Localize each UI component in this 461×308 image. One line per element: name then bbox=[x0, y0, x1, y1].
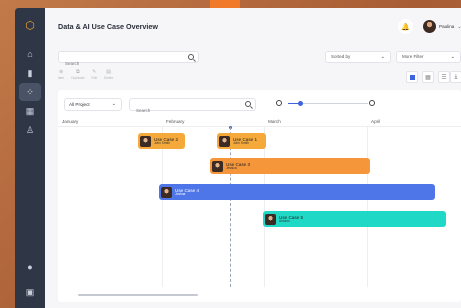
gantt-bar-use-case-2[interactable]: Use Case 2 John Smith bbox=[138, 133, 185, 149]
zoom-out-icon[interactable] bbox=[276, 100, 282, 106]
chevron-down-icon: ⌄ bbox=[380, 54, 385, 60]
delete-icon: ▤ bbox=[106, 69, 111, 75]
today-line bbox=[230, 127, 231, 287]
sort-select[interactable]: Sorted by ⌄ bbox=[325, 51, 391, 63]
month-label: March bbox=[268, 119, 281, 124]
edit-icon: ✎ bbox=[92, 69, 97, 75]
avatar bbox=[265, 213, 276, 225]
notification-button[interactable]: 🔔 bbox=[398, 19, 413, 34]
home-icon[interactable]: ⌂ bbox=[23, 47, 37, 61]
avatar bbox=[140, 135, 151, 147]
tool-duplicate-button[interactable]: ⧉ Duplicate bbox=[71, 69, 84, 80]
search-icon bbox=[188, 54, 194, 60]
gantt-bar-use-case-3[interactable]: Use Case 3 Jessica bbox=[210, 158, 370, 174]
download-button[interactable]: ⤓ bbox=[450, 71, 461, 83]
month-gridline bbox=[162, 127, 163, 287]
graph-icon[interactable]: ⁘ bbox=[19, 83, 41, 101]
tool-label: Item bbox=[58, 76, 65, 80]
horizontal-scrollbar[interactable] bbox=[78, 294, 198, 296]
grid-view-icon: ▦ bbox=[425, 74, 431, 81]
more-filter-label: More Filter bbox=[402, 54, 424, 59]
tool-label: Duplicate bbox=[71, 76, 85, 80]
zoom-slider-handle[interactable] bbox=[297, 101, 303, 106]
download-icon: ⤓ bbox=[454, 73, 458, 80]
project-select[interactable]: All Project ⌄ bbox=[64, 98, 122, 111]
search-icon bbox=[245, 101, 251, 107]
user-menu[interactable]: Paulina ⌄ bbox=[423, 19, 461, 34]
bar-owner: John Smith bbox=[233, 140, 249, 145]
gantt-bar-use-case-4[interactable]: Use Case 4 Joshua bbox=[159, 184, 435, 200]
duplicate-icon: ⧉ bbox=[76, 69, 80, 75]
avatar bbox=[423, 20, 436, 33]
help-icon[interactable]: ● bbox=[23, 260, 37, 274]
month-label: January bbox=[62, 119, 79, 124]
gantt-bar-use-case-1[interactable]: Use Case 1 John Smith bbox=[217, 133, 266, 149]
user-icon[interactable]: ♙ bbox=[23, 123, 37, 137]
search-field[interactable] bbox=[58, 51, 199, 69]
more-filter-select[interactable]: More Filter ⌄ bbox=[396, 51, 461, 63]
chevron-down-icon: ⌄ bbox=[457, 23, 461, 30]
list-view-icon: ☰ bbox=[441, 74, 447, 81]
month-gridline bbox=[264, 127, 265, 287]
logo-icon[interactable]: ⬡ bbox=[23, 18, 37, 32]
avatar bbox=[161, 186, 172, 198]
tool-label: Edit bbox=[91, 76, 98, 80]
bell-icon: 🔔 bbox=[401, 23, 410, 31]
sidebar: ⬡ ⌂ ▮ ⁘ ▦ ♙ ● ▣ bbox=[15, 8, 45, 308]
gantt-search-input[interactable] bbox=[130, 105, 255, 116]
bar-owner: Antonio bbox=[279, 218, 290, 223]
tool-item-button[interactable]: ⊕ Item bbox=[58, 69, 64, 80]
layers-icon[interactable]: ▮ bbox=[23, 66, 37, 80]
gantt-search-field[interactable] bbox=[129, 98, 256, 116]
view-switcher: ▦ ☰ bbox=[406, 71, 450, 83]
gantt-bar-use-case-5[interactable]: Use Case 5 Antonio bbox=[263, 211, 446, 227]
grid-icon[interactable]: ▦ bbox=[23, 104, 37, 118]
page-title: Data & AI Use Case Overview bbox=[58, 22, 159, 31]
tool-delete-button[interactable]: ▤ Delete bbox=[104, 69, 113, 80]
bar-owner: Jessica bbox=[226, 165, 237, 170]
project-select-label: All Project bbox=[69, 102, 90, 107]
app-window: ⬡ ⌂ ▮ ⁘ ▦ ♙ ● ▣ Data & AI Use Case Overv… bbox=[15, 8, 461, 308]
tool-label: Delete bbox=[104, 76, 114, 80]
user-name: Paulina bbox=[439, 24, 455, 29]
timeline-header: January February March April bbox=[58, 117, 461, 127]
bar-owner: Joshua bbox=[175, 191, 186, 196]
chevron-down-icon: ⌄ bbox=[111, 101, 116, 107]
bar-owner: John Smith bbox=[154, 140, 170, 145]
avatar bbox=[212, 160, 223, 172]
gantt-panel: All Project ⌄ January February March Apr… bbox=[58, 90, 461, 302]
month-label: February bbox=[166, 119, 185, 124]
search-input[interactable] bbox=[59, 58, 198, 69]
background-accent-strip bbox=[210, 0, 240, 8]
avatar bbox=[219, 135, 230, 147]
toolbar: ⊕ Item ⧉ Duplicate ✎ Edit ▤ Delete bbox=[58, 69, 113, 80]
month-label: April bbox=[371, 119, 381, 124]
list-view-button[interactable]: ☰ bbox=[438, 71, 450, 83]
month-gridline bbox=[367, 127, 368, 287]
main-content: Data & AI Use Case Overview 🔔 Paulina ⌄ … bbox=[45, 8, 461, 308]
tool-edit-button[interactable]: ✎ Edit bbox=[92, 69, 98, 80]
grid-view-button[interactable]: ▦ bbox=[422, 71, 434, 83]
item-icon: ⊕ bbox=[59, 69, 64, 75]
timeline-view-button[interactable] bbox=[406, 71, 418, 83]
settings-icon[interactable]: ▣ bbox=[23, 285, 37, 299]
timeline-view-icon bbox=[409, 74, 415, 80]
chevron-down-icon: ⌄ bbox=[450, 54, 455, 60]
sort-select-label: Sorted by bbox=[331, 54, 351, 59]
zoom-in-icon[interactable] bbox=[369, 100, 375, 106]
